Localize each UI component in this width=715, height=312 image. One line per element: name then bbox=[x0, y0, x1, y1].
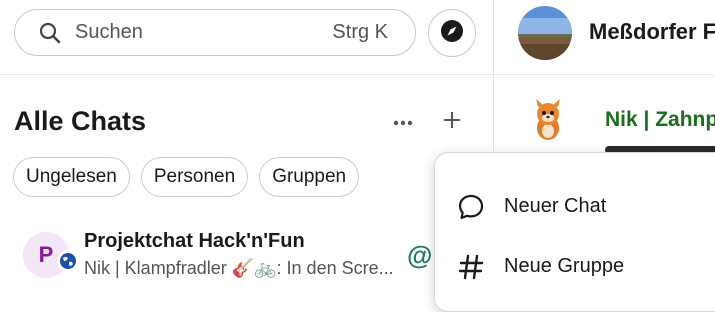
message-sender[interactable]: Nik | Zahnp bbox=[605, 108, 715, 132]
filter-chips: Ungelesen Personen Gruppen bbox=[13, 157, 360, 197]
sender-avatar[interactable] bbox=[526, 98, 570, 142]
more-dots-icon bbox=[393, 113, 413, 131]
plus-icon bbox=[442, 110, 462, 135]
avatar-letter: P bbox=[38, 242, 54, 267]
search-input[interactable] bbox=[75, 10, 315, 55]
chat-list-item[interactable]: P Projektchat Hack'n'Fun Nik | Klampfrad… bbox=[0, 222, 493, 294]
header-divider bbox=[0, 74, 715, 75]
menu-item-new-group[interactable]: Neue Gruppe bbox=[435, 239, 715, 295]
filter-chip-groups[interactable]: Gruppen bbox=[259, 157, 360, 197]
search-shortcut-hint: Strg K bbox=[332, 21, 388, 43]
room-title: Meßdorfer F bbox=[589, 19, 715, 44]
chat-bubble-icon bbox=[457, 193, 485, 221]
explore-button[interactable] bbox=[428, 9, 476, 57]
room-avatar[interactable] bbox=[518, 6, 572, 60]
mention-badge: @ bbox=[407, 240, 433, 270]
search-bar[interactable]: Strg K bbox=[14, 9, 416, 56]
filter-chip-unread[interactable]: Ungelesen bbox=[13, 157, 130, 197]
add-chat-menu: Neuer Chat Neue Gruppe bbox=[434, 152, 715, 312]
menu-item-label: Neue Gruppe bbox=[504, 255, 625, 277]
globe-icon bbox=[57, 250, 79, 272]
page-title: Alle Chats bbox=[14, 106, 147, 136]
hash-icon bbox=[457, 253, 485, 281]
filter-chip-people[interactable]: Personen bbox=[140, 157, 249, 197]
compass-icon bbox=[439, 18, 465, 49]
more-options-button[interactable] bbox=[388, 108, 418, 136]
chat-list-panel: Strg K Alle Chats Ungelesen bbox=[0, 0, 493, 294]
chat-name: Projektchat Hack'n'Fun bbox=[84, 230, 305, 252]
menu-item-new-chat[interactable]: Neuer Chat bbox=[435, 179, 715, 235]
search-icon bbox=[39, 22, 61, 44]
chat-preview: Nik | Klampfradler 🎸🚲: In den Scre... bbox=[84, 258, 394, 278]
add-chat-button[interactable] bbox=[437, 107, 467, 137]
menu-item-label: Neuer Chat bbox=[504, 195, 607, 217]
